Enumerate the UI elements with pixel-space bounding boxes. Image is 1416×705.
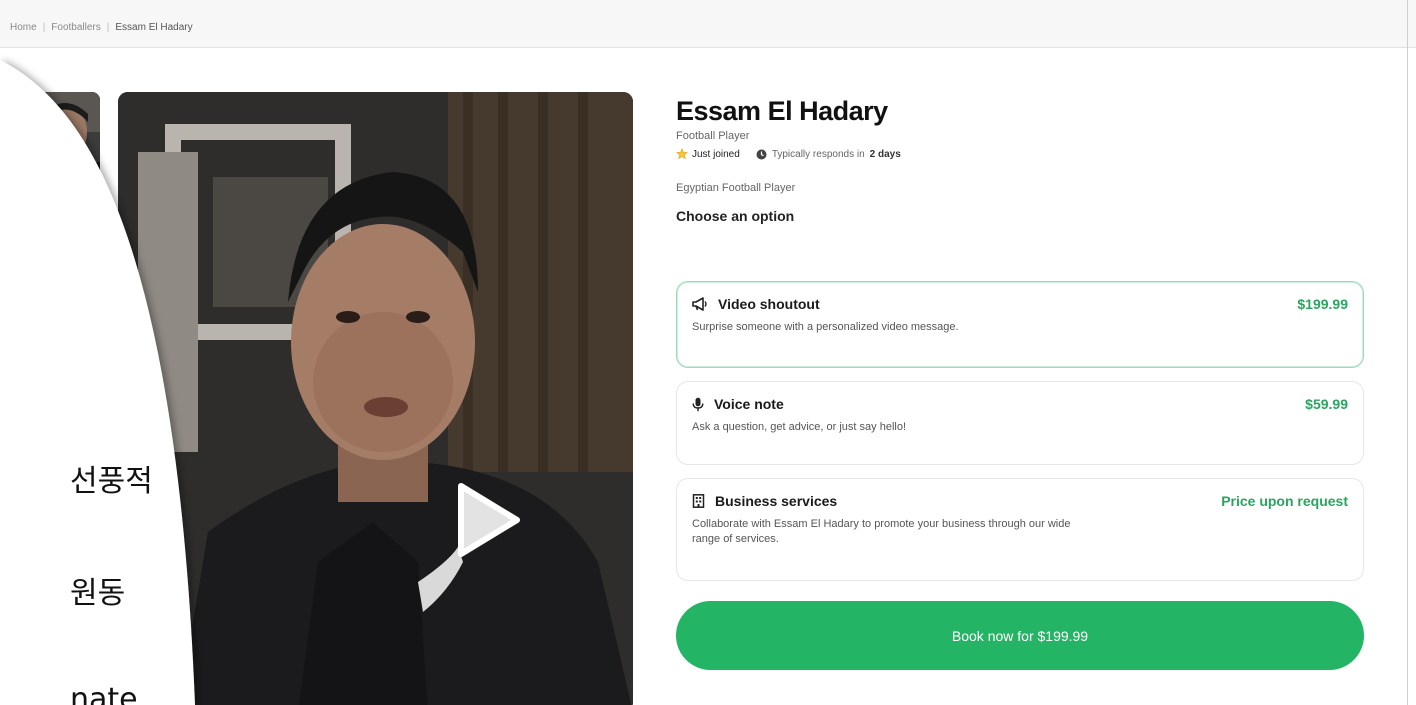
overlay-text-line: 선풍적	[70, 464, 153, 499]
breadcrumb-separator: |	[106, 22, 110, 33]
profile-bio: Egyptian Football Player	[676, 182, 796, 194]
option-title: Voice note	[714, 396, 784, 412]
clock-icon	[756, 149, 767, 159]
video-frame	[118, 92, 633, 705]
option-description: Ask a question, get advice, or just say …	[692, 421, 907, 433]
breadcrumb-home[interactable]: Home	[10, 22, 37, 33]
building-icon	[692, 494, 705, 508]
breadcrumb-footballers[interactable]: Footballers	[51, 22, 100, 33]
top-bar: Home | Footballers | Essam El Hadary	[0, 0, 1416, 48]
play-icon[interactable]	[453, 480, 523, 560]
profile-panel: Essam El Hadary Football Player Just joi…	[676, 96, 1366, 670]
megaphone-icon	[692, 297, 707, 311]
joined-text: Just joined	[692, 148, 740, 160]
overlay-text-line: 원동	[70, 576, 126, 611]
microphone-icon	[692, 397, 704, 411]
thumbnail-placeholder[interactable]	[0, 216, 100, 333]
option-title: Business services	[715, 493, 838, 509]
option-voice-note[interactable]: Voice note $59.99 Ask a question, get ad…	[676, 381, 1364, 465]
joined-badge: Just joined	[676, 148, 740, 160]
option-description: Surprise someone with a personalized vid…	[692, 321, 959, 333]
star-icon	[676, 148, 688, 160]
thumbnail-video[interactable]	[0, 92, 100, 209]
option-price: $199.99	[1297, 296, 1348, 312]
profile-role: Football Player	[676, 130, 750, 142]
option-price: Price upon request	[1221, 493, 1348, 509]
profile-meta: Just joined Typically responds in 2 days	[676, 148, 1366, 160]
response-value: 2 days	[869, 148, 901, 160]
option-price: $59.99	[1305, 396, 1348, 412]
option-video-shoutout[interactable]: Video shoutout $199.99 Surprise someone …	[676, 281, 1364, 368]
option-description: Collaborate with Essam El Hadary to prom…	[692, 518, 1071, 545]
option-business-services[interactable]: Business services Price upon request Col…	[676, 478, 1364, 581]
overlay-text-line: nate	[70, 682, 138, 705]
option-title: Video shoutout	[718, 296, 820, 312]
breadcrumb: Home | Footballers | Essam El Hadary	[10, 22, 193, 33]
breadcrumb-current: Essam El Hadary	[115, 22, 193, 33]
window-edge	[1407, 0, 1408, 705]
breadcrumb-separator: |	[42, 22, 46, 33]
response-time: Typically responds in 2 days	[756, 149, 901, 160]
response-text: Typically responds in	[771, 148, 865, 160]
options-heading: Choose an option	[676, 208, 795, 224]
book-now-button[interactable]: Book now for $199.99	[676, 601, 1364, 670]
profile-name: Essam El Hadary	[676, 96, 888, 126]
video-player[interactable]	[118, 92, 633, 705]
